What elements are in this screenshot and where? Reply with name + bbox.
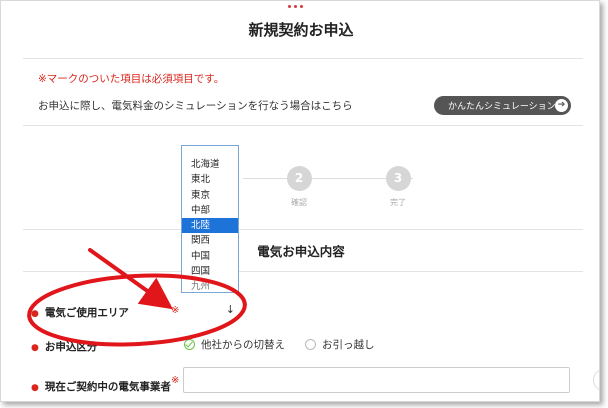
simulation-button[interactable]: かんたんシミュレーション ➔ — [434, 96, 571, 115]
scroll-top-button[interactable] — [593, 369, 599, 391]
simulation-text: お申込に際し、電気料金のシミュレーションを行なう場合はこちら — [38, 100, 353, 112]
area-option-tohoku[interactable]: 東北 — [182, 172, 238, 187]
area-option-kyushu[interactable]: 九州 — [182, 279, 238, 292]
application-type-label: ● お申込区分 — [31, 341, 98, 353]
divider — [23, 125, 583, 126]
step-confirm: 2 確認 — [279, 166, 319, 208]
step-number: 2 — [286, 166, 312, 191]
divider — [23, 229, 583, 230]
radio-switch-provider[interactable]: 他社からの切替え — [184, 337, 285, 352]
page-title: 新規契約お申込 — [248, 21, 354, 39]
section-title: 電気お申込内容 — [257, 244, 345, 259]
step-label: 完了 — [390, 198, 406, 207]
area-select[interactable]: ↓ — [181, 300, 239, 320]
area-option-hokuriku[interactable]: 北陸 — [182, 218, 238, 234]
radio-circle-icon — [305, 339, 316, 350]
area-option-shikoku[interactable]: 四国 — [182, 264, 238, 279]
bullet-icon: ● — [31, 383, 39, 393]
step-number: 3 — [385, 166, 411, 191]
area-option-hokkaido[interactable]: 北海道 — [182, 157, 238, 172]
required-mark: ※ — [171, 375, 180, 386]
step-label: 確認 — [291, 198, 307, 207]
current-provider-input[interactable] — [183, 367, 570, 393]
step-complete: 3 完了 — [378, 166, 418, 208]
check-circle-icon — [184, 339, 195, 350]
browser-page: 新規契約お申込 ※マークのついた項目は必須項目です。 お申込に際し、電気料金のシ… — [0, 0, 600, 402]
area-option-tokyo[interactable]: 東京 — [182, 188, 238, 203]
bullet-icon: ● — [31, 343, 39, 353]
required-notice: ※マークのついた項目は必須項目です。 — [38, 73, 225, 85]
application-type-radio-group: 他社からの切替え お引っ越し — [184, 337, 375, 352]
required-mark: ※ — [171, 305, 180, 316]
bullet-icon: ● — [31, 309, 39, 319]
area-option-kansai[interactable]: 関西 — [182, 233, 238, 248]
chevron-down-icon: ↓ — [225, 303, 235, 316]
brand-dots — [288, 5, 303, 8]
divider — [23, 58, 583, 59]
simulation-button-label: かんたんシミュレーション — [448, 102, 556, 112]
radio-moving[interactable]: お引っ越し — [305, 337, 375, 352]
arrow-right-icon: ➔ — [555, 99, 568, 112]
current-provider-label: ● 現在ご契約中の電気事業者 — [31, 381, 171, 393]
area-option-chubu[interactable]: 中部 — [182, 203, 238, 218]
divider — [23, 271, 583, 272]
area-option-chugoku[interactable]: 中国 — [182, 249, 238, 264]
area-dropdown-list[interactable]: 北海道 東北 東京 中部 北陸 関西 中国 四国 九州 — [181, 145, 239, 293]
area-label: ● 電気ご使用エリア — [31, 307, 129, 319]
